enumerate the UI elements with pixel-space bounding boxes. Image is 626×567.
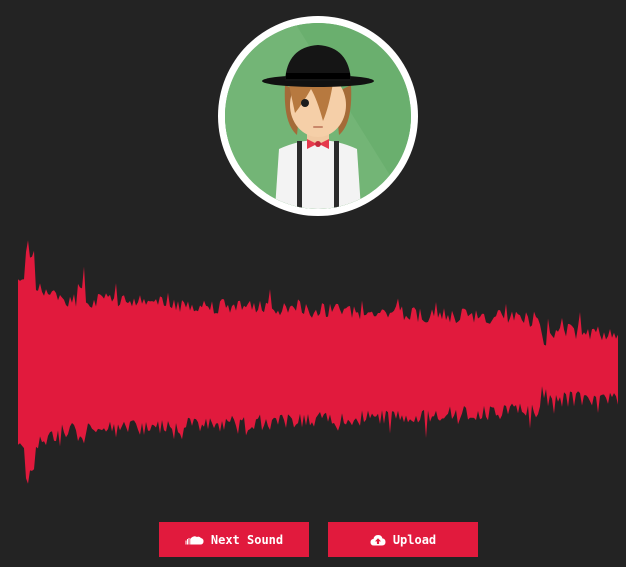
upload-button[interactable]: Upload xyxy=(328,522,478,557)
upload-label: Upload xyxy=(392,532,437,547)
audio-waveform[interactable] xyxy=(0,240,626,490)
cloud-upload-icon xyxy=(370,534,386,546)
avatar-circle xyxy=(225,23,411,209)
next-sound-button[interactable]: Next Sound xyxy=(159,522,309,557)
next-sound-label: Next Sound xyxy=(210,532,284,547)
hipster-avatar-icon xyxy=(225,23,411,209)
soundcloud-icon xyxy=(185,535,204,545)
waveform-shape[interactable] xyxy=(18,240,618,484)
sound-player: Next Sound Upload xyxy=(0,0,626,567)
artist-avatar xyxy=(218,16,418,216)
